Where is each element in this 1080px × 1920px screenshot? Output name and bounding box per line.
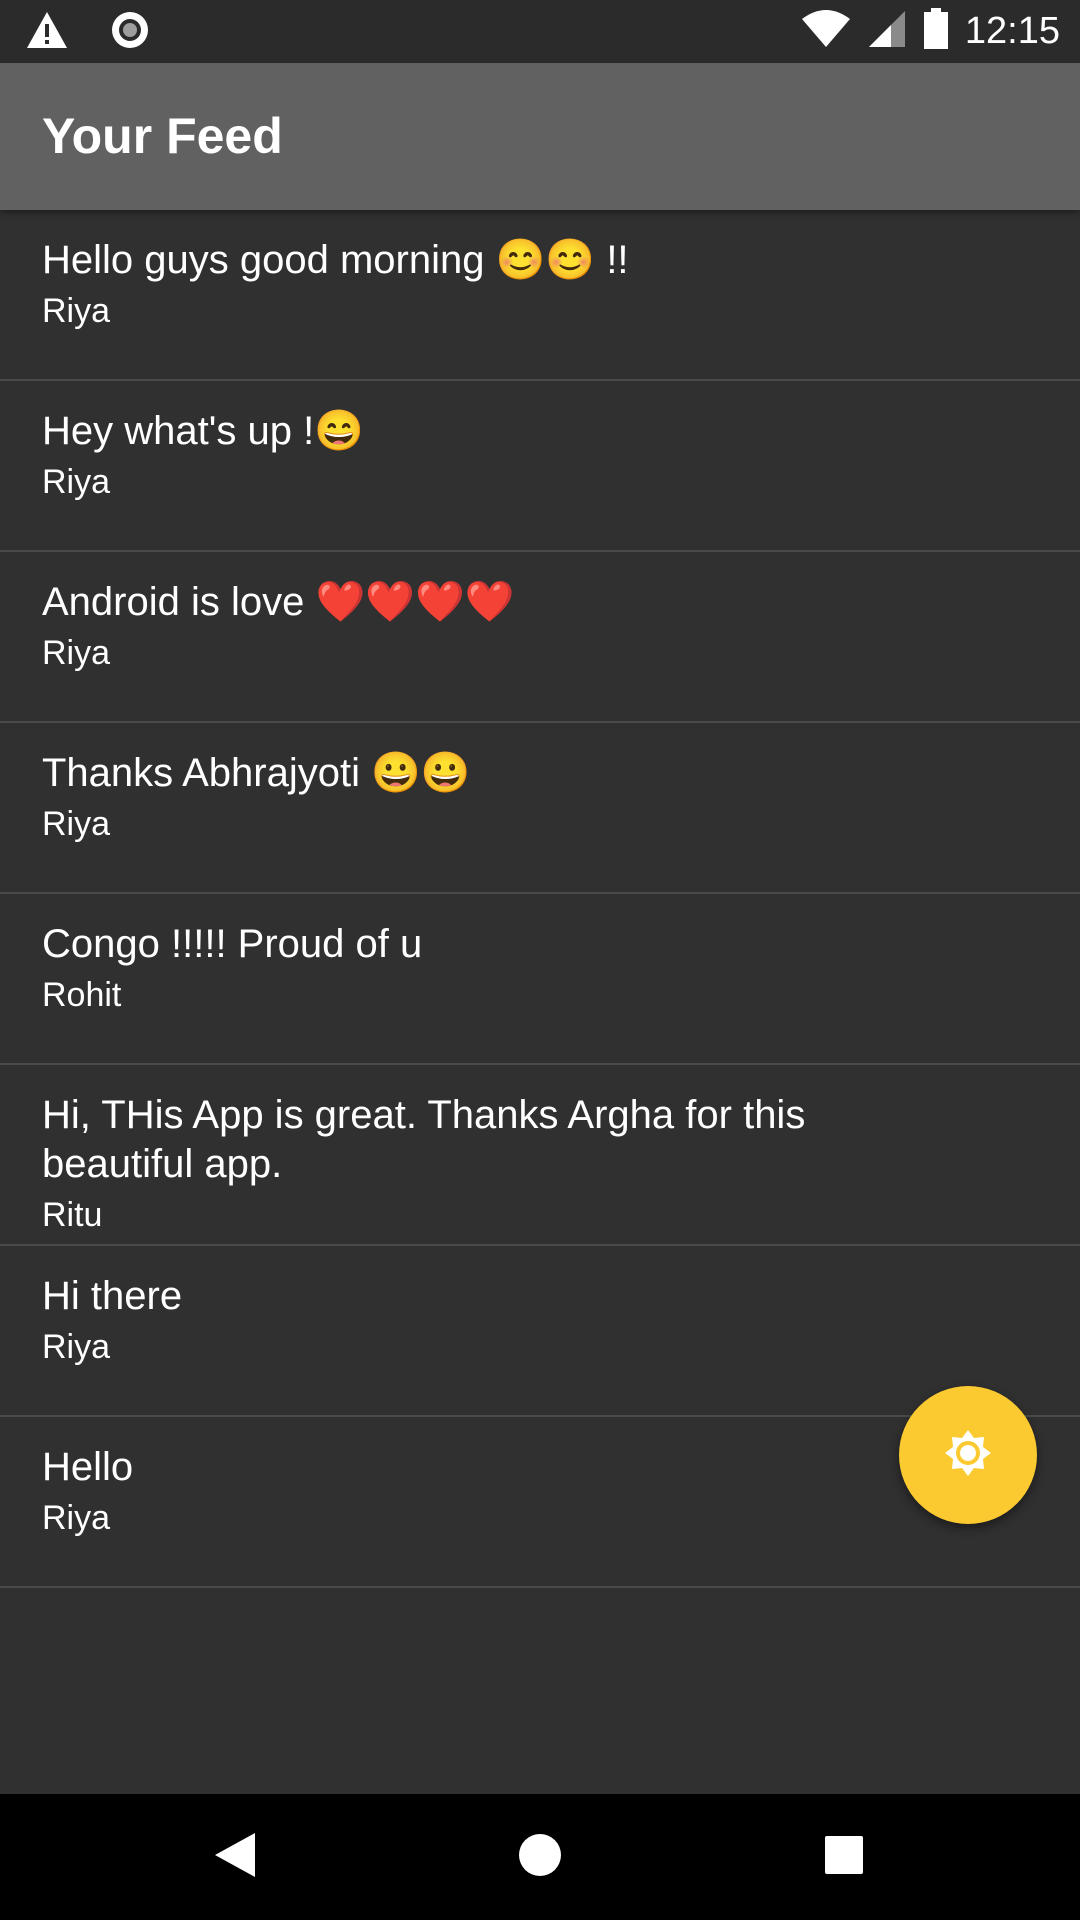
feed-item[interactable]: Congo !!!!! Proud of u Rohit [0, 894, 1080, 1065]
status-right: 12:15 [801, 8, 1060, 54]
feed-author: Rohit [42, 976, 122, 1014]
signal-icon [867, 9, 907, 53]
status-time: 12:15 [964, 10, 1060, 52]
feed-message: Hello [42, 1445, 134, 1489]
app-bar: Your Feed [0, 63, 1080, 210]
feed-item[interactable]: Hey what's up !😄 Riya [0, 381, 1080, 552]
feed-message: Hello guys good morning 😊😊 !! [42, 238, 629, 282]
recents-button[interactable] [807, 1820, 881, 1894]
wifi-icon [801, 9, 851, 53]
battery-icon [923, 8, 949, 54]
feed-list[interactable]: Hello guys good morning 😊😊 !! Riya Hey w… [0, 210, 1080, 1588]
status-left [26, 10, 150, 54]
record-icon [110, 10, 150, 54]
home-button[interactable] [503, 1820, 577, 1894]
navigation-bar [0, 1794, 1080, 1920]
feed-message: Congo !!!!! Proud of u [42, 922, 423, 966]
feed-item[interactable]: Hi, THis App is great. Thanks Argha for … [0, 1065, 1080, 1246]
feed-item[interactable]: Hello guys good morning 😊😊 !! Riya [0, 210, 1080, 381]
feed-author: Riya [42, 634, 111, 672]
feed-author: Riya [42, 1499, 111, 1537]
feed-author: Riya [42, 292, 111, 330]
brightness-icon [943, 1428, 993, 1482]
feed-author: Riya [42, 1328, 111, 1366]
theme-toggle-button[interactable] [899, 1386, 1037, 1524]
back-button[interactable] [198, 1820, 272, 1894]
feed-message: Android is love ❤️❤️❤️❤️ [42, 580, 515, 624]
recents-icon [824, 1835, 864, 1879]
status-bar: 12:15 [0, 0, 1080, 63]
feed-message: Hi there [42, 1274, 183, 1318]
page-title: Your Feed [42, 108, 283, 164]
feed-item[interactable]: Hi there Riya [0, 1246, 1080, 1417]
feed-message: Thanks Abhrajyoti 😀😀 [42, 751, 471, 795]
screen: 12:15 Your Feed Hello guys good morning … [0, 0, 1080, 1920]
feed-author: Riya [42, 463, 111, 501]
feed-author: Ritu [42, 1196, 103, 1234]
feed-message: Hi, THis App is great. Thanks Argha for … [42, 1093, 806, 1186]
warning-icon [26, 11, 68, 53]
feed-author: Riya [42, 805, 111, 843]
feed-item[interactable]: Android is love ❤️❤️❤️❤️ Riya [0, 552, 1080, 723]
back-icon [213, 1831, 257, 1883]
home-icon [518, 1833, 562, 1881]
feed-item[interactable]: Thanks Abhrajyoti 😀😀 Riya [0, 723, 1080, 894]
feed-message: Hey what's up !😄 [42, 409, 365, 453]
